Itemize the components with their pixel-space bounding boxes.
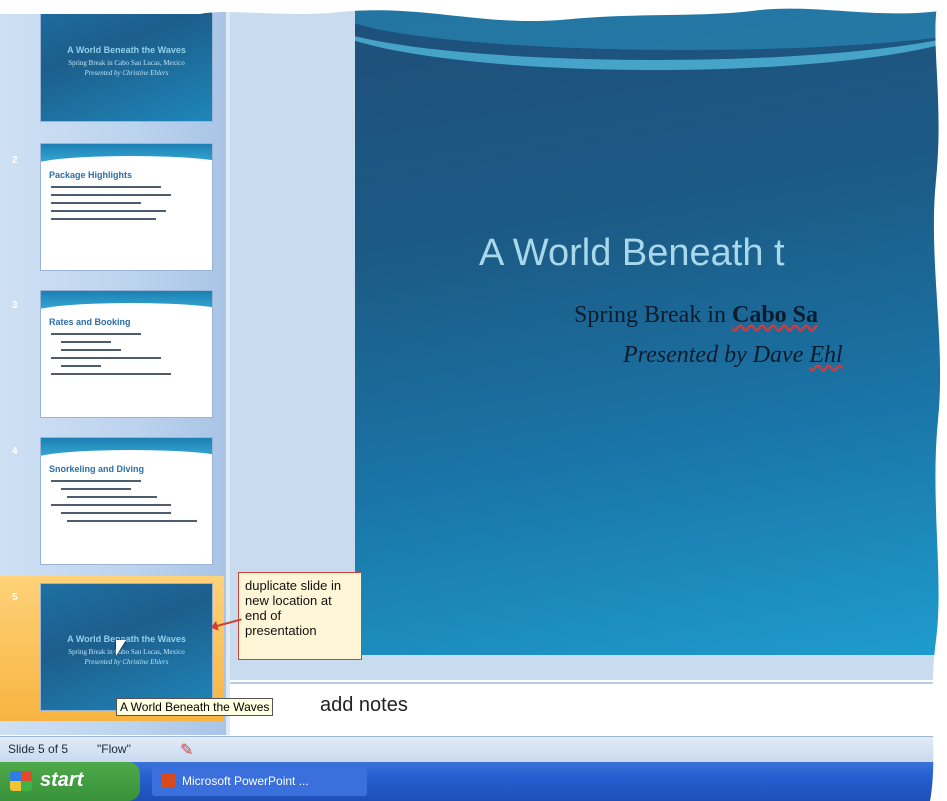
thumb-line: Presented by Christine Ehlers [84,69,169,77]
slide-number: 3 [12,300,18,311]
thumb-title: Package Highlights [49,170,133,180]
slide-count: Slide 5 of 5 [8,742,69,756]
slide-thumbnail-4[interactable]: Snorkeling and Diving [40,437,213,565]
slide-number: 4 [12,446,18,457]
notes-pane[interactable]: add notes [230,682,947,737]
mouse-pointer-icon [116,640,126,656]
thumb-title: Snorkeling and Diving [49,464,145,474]
spelling-check-icon[interactable]: ✎ [180,740,193,760]
status-bar: Slide 5 of 5 "Flow" ✎ [0,736,947,763]
slide-thumbnail-5[interactable]: A World Beneath the Waves Spring Break i… [40,583,213,711]
theme-name: "Flow" [97,742,131,756]
slide-thumbnail-1[interactable]: A World Beneath the Waves Spring Break i… [40,0,213,122]
thumb-title: A World Beneath the Waves [67,634,186,644]
slide-title[interactable]: A World Beneath t [479,232,785,275]
slide-tooltip: A World Beneath the Waves [116,698,274,716]
taskbar-powerpoint-button[interactable]: Microsoft PowerPoint ... [152,766,367,796]
slide-thumbnail-3[interactable]: Rates and Booking [40,290,213,418]
windows-taskbar: start Microsoft PowerPoint ... [0,762,947,801]
slide-thumbnail-2[interactable]: Package Highlights [40,143,213,271]
thumb-title: A World Beneath the Waves [67,45,186,55]
thumb-line: Spring Break in Cabo San Lucas, Mexico [68,59,185,67]
thumb-title: Rates and Booking [49,317,131,327]
current-slide[interactable]: A World Beneath t Spring Break in Cabo S… [355,0,947,655]
powerpoint-window: A World Beneath the Waves Spring Break i… [0,0,947,801]
slide-subtitle[interactable]: Spring Break in Cabo Sa [574,302,818,329]
slide-presenter[interactable]: Presented by Dave Ehl [623,342,843,369]
start-button[interactable]: start [0,762,140,801]
windows-logo-icon [10,771,32,791]
thumb-line: Presented by Christine Ehlers [84,658,169,666]
slide-number: 2 [12,155,18,166]
thumb-line: Spring Break in Cabo San Lucas, Mexico [68,648,185,656]
notes-placeholder: add notes [320,694,408,716]
callout-annotation: duplicate slide in new location at end o… [238,572,362,660]
slide-number: 5 [12,592,18,603]
powerpoint-icon [162,774,176,788]
